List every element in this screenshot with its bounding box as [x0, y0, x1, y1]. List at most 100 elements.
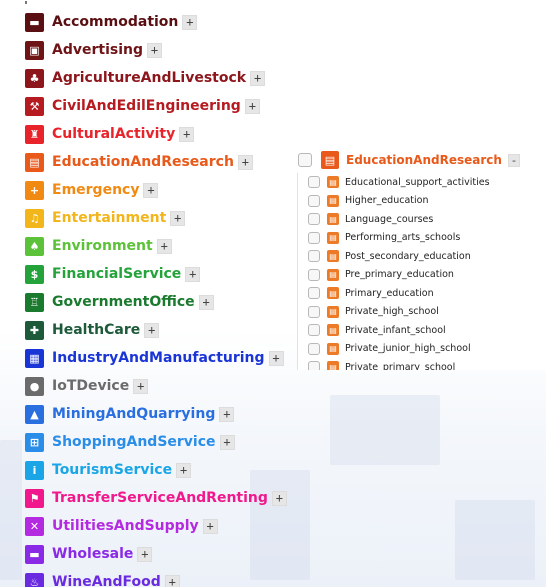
category-label: Environment: [52, 238, 153, 254]
expand-button[interactable]: +: [143, 182, 159, 198]
subcategory-checkbox[interactable]: [308, 213, 320, 226]
category-row: ▤ EducationAndResearch +: [25, 148, 325, 176]
category-label: UtilitiesAndSupply: [52, 518, 199, 534]
category-row: ♠ Environment +: [25, 232, 325, 260]
expand-button[interactable]: +: [147, 42, 162, 58]
subcategory-panel[interactable]: ▤ Educational_support_activities ▤ Higher_e…: [297, 173, 546, 370]
category-label: IoTDevice: [52, 378, 130, 394]
expand-button[interactable]: +: [133, 378, 149, 394]
category-label: HealthCare: [52, 322, 141, 338]
theater-icon: ♫: [25, 208, 44, 228]
category-label: Emergency: [52, 182, 140, 198]
education-icon: ▤: [327, 213, 339, 226]
subcategory-checkbox[interactable]: [308, 194, 320, 207]
expand-button[interactable]: +: [170, 210, 186, 226]
map-building-shape: [0, 440, 22, 580]
expand-button[interactable]: +: [198, 294, 214, 310]
subcategory-label: Pre_primary_education: [345, 269, 454, 281]
education-icon: ▤: [327, 268, 339, 281]
education-icon: ▤: [327, 194, 339, 207]
subcategory-checkbox[interactable]: [308, 250, 320, 263]
expand-button[interactable]: +: [244, 98, 260, 114]
subcategory-item: ▤ Performing_arts_schools: [298, 229, 546, 248]
education-icon: ▤: [327, 231, 339, 244]
subcategory-label: Primary_education: [345, 287, 434, 299]
category-row: ▣ Advertising +: [25, 36, 325, 64]
subcategory-checkbox[interactable]: [308, 176, 320, 189]
category-list: ▬ Accommodation + ▣ Advertising + ♣ Agriculture…: [25, 8, 325, 587]
expand-button[interactable]: +: [156, 238, 172, 254]
cross-icon: +: [25, 180, 44, 200]
category-row: ⊞ ShoppingAndService +: [25, 428, 325, 456]
category-row: ⚒ CivilAndEdilEngineering +: [25, 92, 325, 120]
category-label: IndustryAndManufacturing: [52, 350, 265, 366]
expand-button[interactable]: +: [219, 406, 235, 422]
subcategory-checkbox[interactable]: [308, 342, 320, 355]
education-icon: ▤: [327, 250, 339, 263]
car-rental-icon: ⚑: [25, 488, 44, 508]
subcategory-label: Private_junior_high_school: [345, 343, 471, 355]
expand-button[interactable]: +: [268, 350, 284, 366]
expand-button[interactable]: +: [164, 574, 180, 587]
expand-button[interactable]: +: [179, 126, 195, 142]
mine-icon: ▲: [25, 404, 44, 424]
billboard-icon: ▣: [25, 40, 44, 60]
subcategory-label: Private_primary_school: [345, 361, 456, 370]
location-pin-icon: ●: [25, 376, 44, 396]
category-row: ▬ Accommodation +: [25, 8, 325, 36]
expand-button[interactable]: +: [237, 154, 253, 170]
category-label: AgricultureAndLivestock: [52, 70, 247, 86]
subcategory-checkbox[interactable]: [308, 305, 320, 318]
category-label: GovernmentOffice: [52, 294, 195, 310]
category-row: ✕ UtilitiesAndSupply +: [25, 512, 325, 540]
subcategory-item: ▤ Private_junior_high_school: [298, 340, 546, 359]
subcategory-label: Educational_support_activities: [345, 176, 490, 188]
hospital-icon: ✚: [25, 320, 44, 340]
category-row: ♜ CulturalActivity +: [25, 120, 325, 148]
subcategory-checkbox[interactable]: [308, 287, 320, 300]
category-label: EducationAndResearch: [52, 154, 234, 170]
category-label: Advertising: [52, 42, 143, 58]
factory-icon: ▦: [25, 348, 44, 368]
category-label: TransferServiceAndRenting: [52, 490, 268, 506]
wine-icon: ♨: [25, 572, 44, 587]
subcategory-item: ▤ Post_secondary_education: [298, 247, 546, 266]
subcategory-checkbox[interactable]: [308, 268, 320, 281]
expand-button[interactable]: +: [219, 434, 235, 450]
education-icon: ▤: [327, 324, 339, 337]
subcategory-item: ▤ Pre_primary_education: [298, 266, 546, 285]
expanded-category-header: ▤ EducationAndResearch -: [298, 149, 520, 171]
category-row: ✚ HealthCare +: [25, 316, 325, 344]
expand-button[interactable]: +: [185, 266, 201, 282]
category-row: ▲ MiningAndQuarrying +: [25, 400, 325, 428]
expand-button[interactable]: +: [137, 546, 153, 562]
subcategory-label: Higher_education: [345, 195, 429, 207]
subcategory-checkbox[interactable]: [308, 361, 320, 370]
subcategory-item: ▤ Primary_education: [298, 284, 546, 303]
subcategory-item: ▤ Educational_support_activities: [298, 173, 546, 192]
subcategory-checkbox[interactable]: [308, 324, 320, 337]
education-icon: ▤: [327, 176, 339, 189]
expand-button[interactable]: +: [202, 518, 218, 534]
tree-icon: ♠: [25, 236, 44, 256]
category-row: ♫ Entertainment +: [25, 204, 325, 232]
expand-button[interactable]: +: [271, 490, 287, 506]
expand-button[interactable]: +: [176, 462, 192, 478]
cursor-mark: [25, 1, 27, 4]
subcategory-label: Private_high_school: [345, 306, 439, 318]
category-checkbox[interactable]: [298, 153, 312, 167]
expand-button[interactable]: +: [182, 14, 198, 30]
expand-button[interactable]: +: [250, 70, 266, 86]
subcategory-label: Performing_arts_schools: [345, 232, 461, 244]
category-label: TourismService: [52, 462, 173, 478]
building-icon: ♖: [25, 292, 44, 312]
subcategory-checkbox[interactable]: [308, 231, 320, 244]
subcategory-item: ▤ Private_primary_school: [298, 358, 546, 370]
subcategory-item: ▤ Higher_education: [298, 192, 546, 211]
collapse-button[interactable]: -: [507, 153, 520, 167]
subcategory-item: ▤ Private_high_school: [298, 303, 546, 322]
education-icon: ▤: [327, 342, 339, 355]
category-label: ShoppingAndService: [52, 434, 216, 450]
expand-button[interactable]: +: [144, 322, 160, 338]
category-row: ⚑ TransferServiceAndRenting +: [25, 484, 325, 512]
